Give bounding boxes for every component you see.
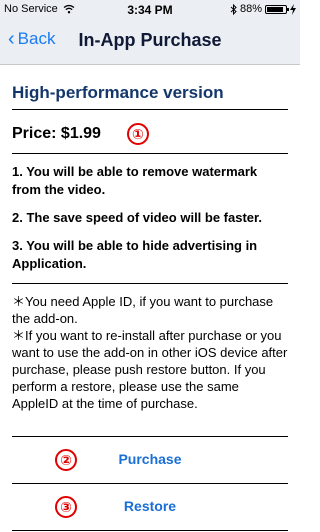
note-item: ＊You need Apple ID, if you want to purch…: [12, 294, 274, 326]
price-text: Price: $1.99: [12, 125, 101, 142]
charging-icon: [290, 3, 296, 15]
price-row: Price: $1.99 ①: [12, 123, 149, 145]
page-title: In-App Purchase: [78, 30, 222, 50]
purchase-button[interactable]: Purchase: [0, 451, 300, 467]
status-right: 88%: [230, 3, 296, 15]
restore-row[interactable]: ③ Restore: [0, 484, 300, 530]
divider: [12, 153, 288, 154]
feature-item: 2. The save speed of video will be faste…: [12, 210, 262, 225]
bluetooth-icon: [230, 3, 237, 15]
nav-bar: ‹ Back In-App Purchase: [0, 20, 300, 65]
purchase-row[interactable]: ② Purchase: [0, 437, 300, 483]
divider: [12, 283, 288, 284]
content: High-performance version Price: $1.99 ① …: [0, 65, 300, 532]
divider: [12, 109, 288, 110]
restore-button[interactable]: Restore: [0, 498, 300, 514]
battery-icon: [265, 4, 289, 14]
product-title: High-performance version: [12, 83, 224, 102]
marker-1: ①: [126, 123, 149, 145]
feature-item: 1. You will be able to remove watermark …: [12, 164, 258, 197]
feature-item: 3. You will be able to hide advertising …: [12, 238, 258, 271]
status-bar: No Service 3:34 PM 88%: [0, 0, 300, 20]
purchase-notes: ＊You need Apple ID, if you want to purch…: [12, 293, 288, 412]
battery-percent: 88%: [239, 3, 262, 15]
divider: [12, 530, 288, 531]
note-item: ＊If you want to re-install after purchas…: [12, 328, 288, 411]
